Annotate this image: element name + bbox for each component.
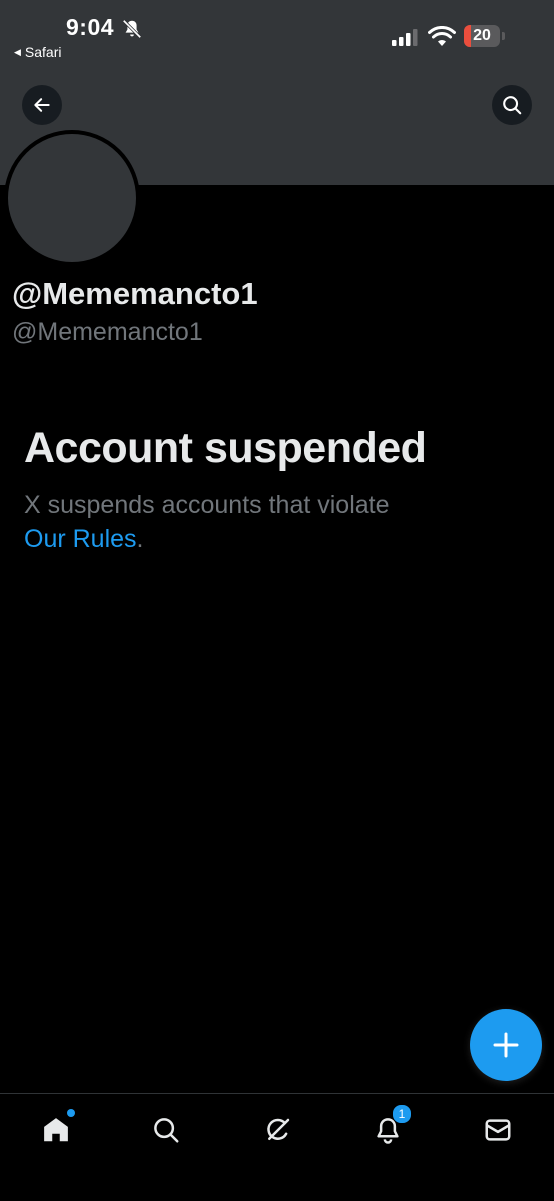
back-triangle-icon: ◀ xyxy=(14,46,21,57)
notification-badge: 1 xyxy=(392,1104,412,1124)
trailing-period: . xyxy=(136,525,144,553)
home-icon xyxy=(44,1118,68,1142)
compose-button[interactable] xyxy=(470,1009,542,1081)
wifi-icon xyxy=(428,26,456,46)
grok-icon xyxy=(267,1118,290,1140)
arrow-left-icon xyxy=(34,98,50,112)
status-time: 9:04 xyxy=(66,14,115,40)
back-to-safari[interactable]: ◀ Safari xyxy=(14,44,62,60)
avatar[interactable] xyxy=(4,130,140,266)
suspended-title: Account suspended xyxy=(24,424,427,472)
search-icon xyxy=(503,96,522,115)
handle: @Mememancto1 xyxy=(12,318,203,346)
battery-level: 20 xyxy=(473,27,491,44)
cellular-signal-icon xyxy=(392,29,418,46)
home-unread-dot xyxy=(67,1109,75,1117)
nav-home[interactable] xyxy=(36,1109,76,1150)
nav-search[interactable] xyxy=(146,1110,186,1150)
plus-icon xyxy=(493,1032,519,1058)
back-to-safari-label: Safari xyxy=(24,44,62,60)
status-bar: 9:04 ◀ Safari 20 xyxy=(0,0,554,70)
search-icon xyxy=(154,1118,179,1143)
battery-indicator: 20 xyxy=(464,25,506,47)
battery-body: 20 xyxy=(464,25,500,47)
bottom-nav: 1 xyxy=(0,1093,554,1201)
mail-icon xyxy=(485,1119,511,1141)
search-button[interactable] xyxy=(492,85,532,125)
bell-off-icon xyxy=(122,19,142,39)
nav-notifications[interactable]: 1 xyxy=(368,1104,412,1150)
our-rules-link[interactable]: Our Rules xyxy=(24,525,137,553)
back-button[interactable] xyxy=(22,85,62,125)
display-name: @Mememancto1 xyxy=(12,276,258,311)
battery-cap xyxy=(502,32,505,40)
nav-messages[interactable] xyxy=(478,1110,518,1150)
nav-grok[interactable] xyxy=(258,1110,298,1150)
suspended-description-text: X suspends accounts that violate xyxy=(24,491,390,519)
suspended-description: X suspends accounts that violate Our Rul… xyxy=(24,488,504,556)
